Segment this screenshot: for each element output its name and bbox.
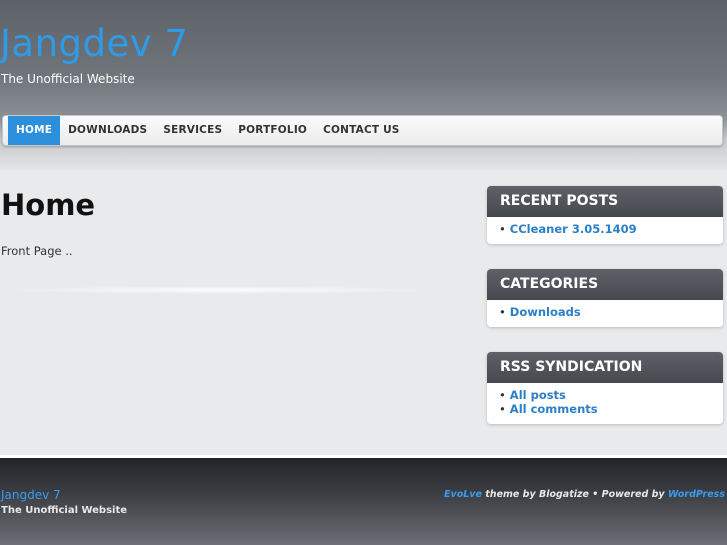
footer-site-title[interactable]: Jangdev 7 [1, 488, 61, 502]
nav-item-services[interactable]: SERVICES [155, 116, 230, 145]
footer-tagline: The Unofficial Website [1, 505, 128, 516]
widget-title: RSS SYNDICATION [487, 352, 723, 383]
nav-item-contact-us[interactable]: CONTACT US [315, 116, 408, 145]
site-footer: Jangdev 7 The Unofficial Website EvoLve … [0, 455, 727, 545]
nav-item-portfolio[interactable]: PORTFOLIO [230, 116, 315, 145]
theme-link[interactable]: EvoLve [444, 489, 482, 500]
list-item: • Downloads [499, 305, 723, 319]
list-item: • All posts [499, 388, 723, 402]
site-header: Jangdev 7 The Unofficial Website HOME DO… [0, 0, 727, 170]
widget-categories: CATEGORIES • Downloads [487, 269, 723, 327]
site-title[interactable]: Jangdev 7 [0, 22, 188, 65]
widget-recent-posts: RECENT POSTS • CCleaner 3.05.1409 [487, 186, 723, 244]
bullet-icon: • [499, 222, 506, 236]
content-divider [0, 286, 440, 294]
nav-item-home[interactable]: HOME [8, 116, 61, 145]
recent-post-link[interactable]: CCleaner 3.05.1409 [510, 222, 637, 236]
rss-comments-link[interactable]: All comments [510, 402, 598, 416]
bullet-icon: • [499, 402, 506, 416]
site-tagline: The Unofficial Website [1, 72, 135, 86]
list-item: • CCleaner 3.05.1409 [499, 222, 723, 236]
footer-credit: EvoLve theme by Blogatize • Powered by W… [444, 489, 725, 500]
widget-rss-syndication: RSS SYNDICATION • All posts • All comments [487, 352, 723, 424]
list-item: • All comments [499, 402, 723, 416]
widget-title: CATEGORIES [487, 269, 723, 300]
bullet-icon: • [499, 305, 506, 319]
main-nav: HOME DOWNLOADS SERVICES PORTFOLIO CONTAC… [2, 115, 723, 146]
credit-text: theme by Blogatize • Powered by [481, 489, 668, 500]
wordpress-link[interactable]: WordPress [668, 489, 725, 500]
bullet-icon: • [499, 388, 506, 402]
page-title: Home [1, 188, 96, 222]
category-link[interactable]: Downloads [510, 305, 581, 319]
rss-posts-link[interactable]: All posts [510, 388, 566, 402]
page-body-text: Front Page .. [1, 244, 73, 258]
widget-title: RECENT POSTS [487, 186, 723, 217]
nav-item-downloads[interactable]: DOWNLOADS [60, 116, 155, 145]
